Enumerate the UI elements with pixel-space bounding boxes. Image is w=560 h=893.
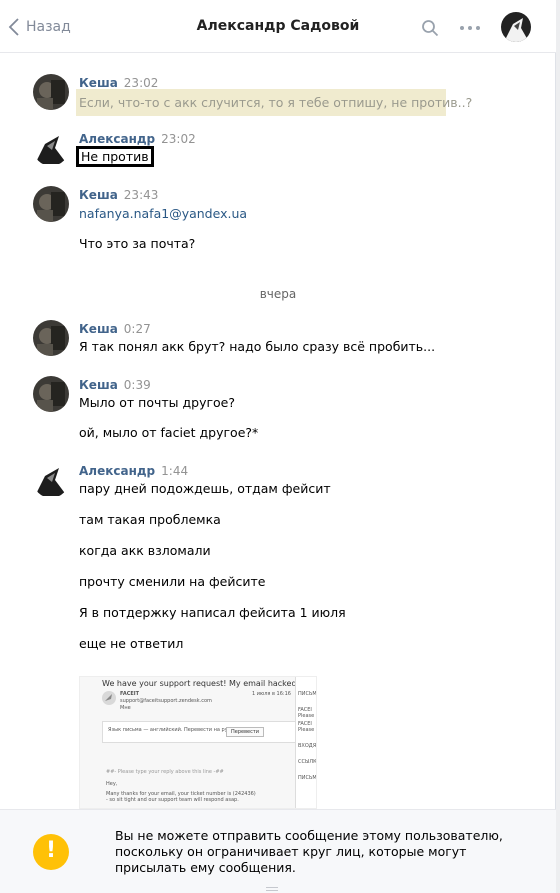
message-text: Если, что-то с акк случится, то я тебе о… [76,89,472,116]
message-text: Не против [76,146,154,167]
sidebar-text: ПИСЬМ [298,775,317,781]
attachment-greeting: Hey, [106,781,118,787]
attachment-recipient: Мне [120,705,131,711]
avatar[interactable] [33,186,69,222]
message-time: 1:44 [161,464,189,478]
attachment-sidebar: ПИСЬМ FACEI Please FACEI Please ВХОДЯ СС… [295,677,317,808]
date-separator: вчера [259,287,297,301]
write-restriction-notice: ! Вы не можете отправить сообщение этому… [0,809,556,893]
attachment-header: We have your support request! My email h… [102,679,297,688]
message-text: Что это за почта? [79,236,196,251]
message-author[interactable]: Александр 23:02 [79,132,196,146]
avatar[interactable] [33,376,69,412]
message-text: прочту сменили на фейсите [79,574,266,589]
message-author[interactable]: Кеша 23:02 [79,76,158,90]
sidebar-text: Please [298,727,315,733]
avatar[interactable] [33,74,69,110]
email-link[interactable]: nafanya.nafa1@yandex.ua [79,206,247,221]
avatar[interactable] [33,462,69,498]
more-icon[interactable] [459,24,481,32]
attachment-date: 1 июля в 16:16 [252,691,291,697]
message-author[interactable]: Александр 1:44 [79,464,188,478]
translate-button: Перевести [226,727,264,737]
sidebar-text: ПИСЬМ [298,691,317,697]
avatar[interactable] [33,320,69,356]
message-author[interactable]: Кеша 23:43 [79,188,158,202]
message-text: Я в потдержку написал фейсита 1 июля [79,605,346,620]
message-time: 0:39 [123,378,151,392]
message-text: еще не ответил [79,636,184,651]
message-author[interactable]: Кеша 0:39 [79,378,151,392]
sidebar-text: ВХОДЯ [298,743,317,749]
image-attachment[interactable]: We have your support request! My email h… [79,676,317,809]
faceit-logo-icon [102,691,116,705]
contact-avatar[interactable] [501,12,531,42]
message-text: ой, мыло от faciet другое?* [79,425,259,440]
message-time: 0:27 [123,322,151,336]
message-text: там такая проблемка [79,512,221,527]
sidebar-text: Please [298,713,315,719]
reply-line: ##- Please type your reply above this li… [106,769,224,775]
attachment-sender-email: support@faceitsupport.zendesk.com [120,698,212,704]
attachment-sender: FACEIT [120,691,140,697]
resize-handle[interactable] [266,887,278,891]
sidebar-text: ССЫЛК [298,759,317,765]
message-author[interactable]: Кеша 0:27 [79,322,151,336]
attachment-body: Many thanks for your email, your ticket … [106,791,256,803]
message-text: Я так понял акк брут? надо было сразу вс… [79,339,436,354]
chat-header: Назад Александр Садовой [0,0,556,53]
message-time: 23:02 [123,76,159,90]
message-text: пару дней подождешь, отдам фейсит [79,481,331,496]
message-text: Мыло от почты другое? [79,395,236,410]
message-text: когда акк взломали [79,543,211,558]
message-history[interactable]: Кеша 23:02 Если, что-то с акк случится, т… [0,54,556,809]
warning-icon: ! [33,834,69,870]
notice-text: Вы не можете отправить сообщение этому п… [115,828,503,875]
avatar[interactable] [33,130,69,166]
search-icon[interactable] [421,19,439,37]
translate-text: Язык письма — английский. Перевести на р… [108,727,246,733]
message-time: 23:43 [123,188,159,202]
message-time: 23:02 [161,132,196,146]
chat-window: Назад Александр Садовой Кеша 23:02 Если, … [0,0,556,893]
